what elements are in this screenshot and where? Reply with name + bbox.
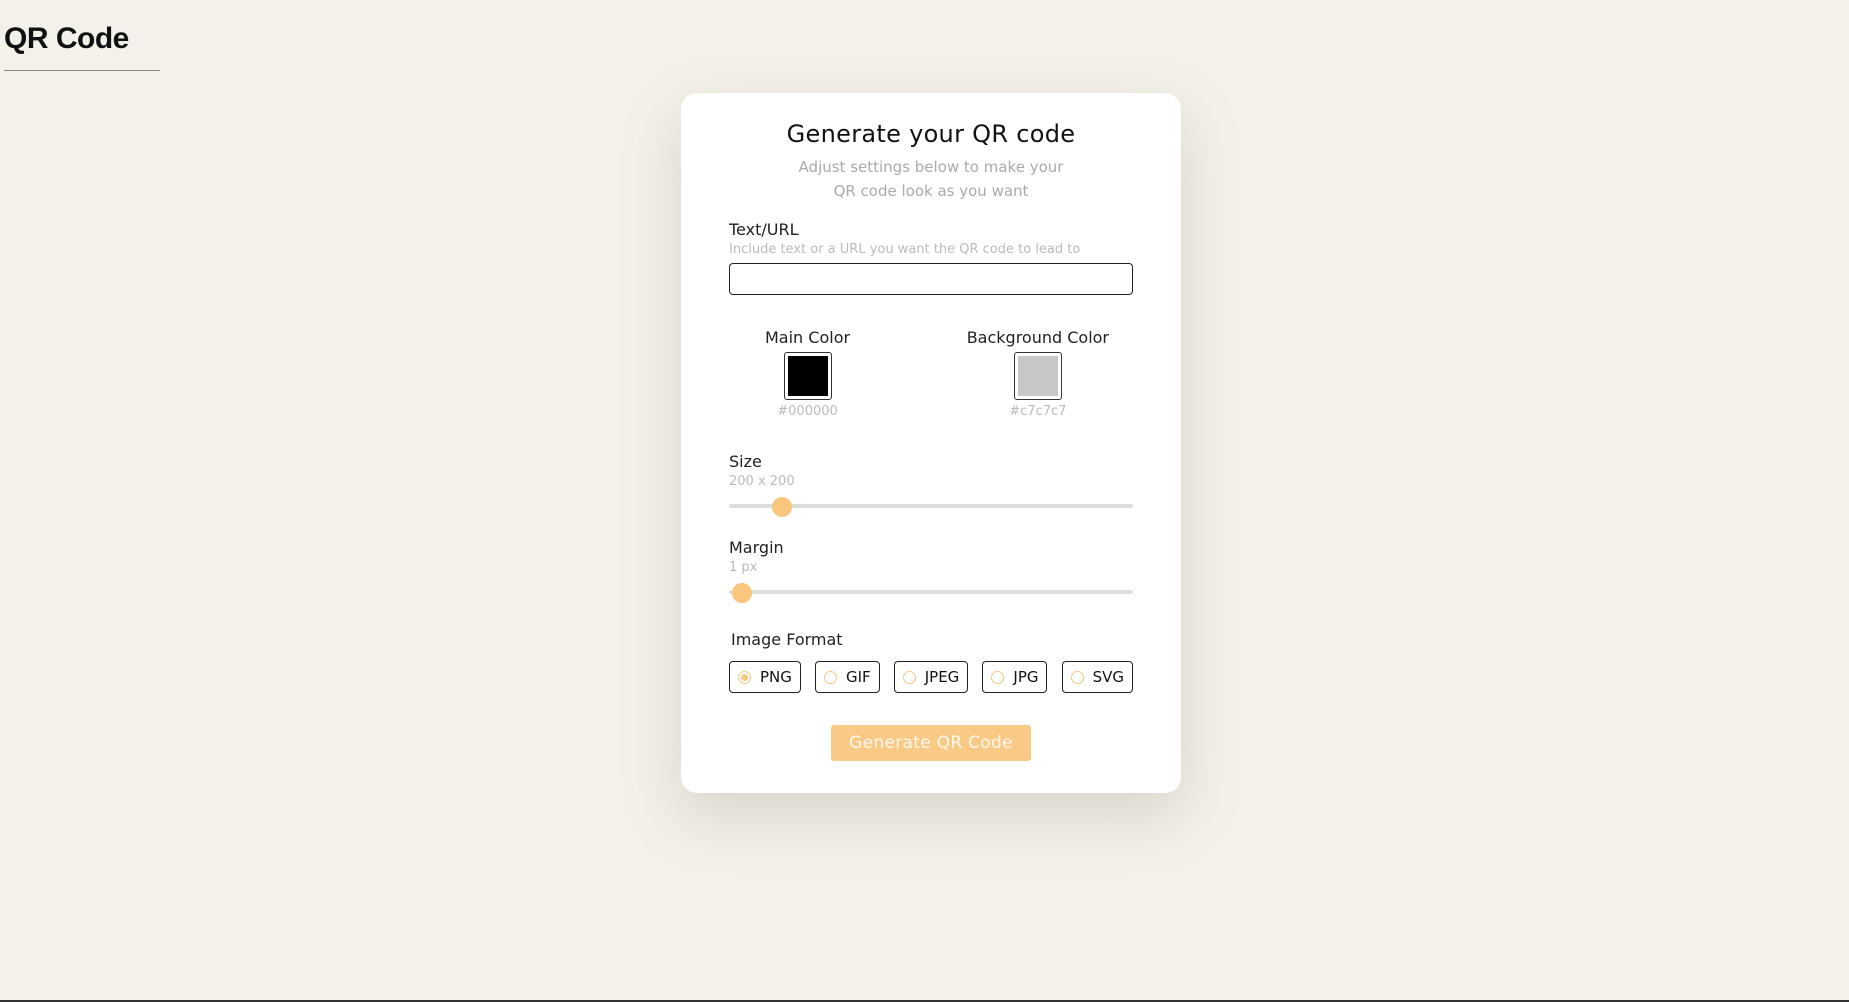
- background-color-label: Background Color: [966, 328, 1109, 347]
- format-option-jpeg[interactable]: JPEG: [893, 661, 969, 693]
- generate-qr-code-button[interactable]: Generate QR Code: [831, 725, 1031, 761]
- format-option-svg[interactable]: SVG: [1061, 661, 1133, 693]
- format-option-jpg[interactable]: JPG: [982, 661, 1048, 693]
- margin-slider-track[interactable]: [729, 590, 1133, 594]
- main-color-hex: #000000: [777, 404, 838, 419]
- format-option-label: JPEG: [924, 668, 960, 686]
- radio-icon[interactable]: [902, 670, 916, 684]
- text-url-label: Text/URL: [729, 220, 799, 239]
- main-color-swatch-button[interactable]: [783, 352, 832, 400]
- size-slider-thumb[interactable]: [771, 497, 792, 517]
- image-format-options: PNG GIF JPEG JPG SVG: [729, 661, 1133, 693]
- text-url-input[interactable]: [729, 263, 1133, 295]
- format-option-label: JPG: [1013, 668, 1039, 686]
- background-color-swatch-button[interactable]: [1013, 352, 1062, 400]
- radio-icon[interactable]: [823, 670, 837, 684]
- text-url-hint: Include text or a URL you want the QR co…: [729, 242, 1081, 257]
- size-value-label: 200 x 200: [729, 474, 795, 489]
- radio-selected-dot: [741, 673, 748, 681]
- size-section: Size 200 x 200: [729, 451, 1133, 517]
- format-option-label: SVG: [1092, 668, 1124, 686]
- format-option-label: GIF: [845, 668, 871, 686]
- background-color-picker: Background Color #c7c7c7: [967, 327, 1109, 421]
- image-format-section: Image Format PNG GIF JPEG JPG SVG: [729, 629, 1133, 693]
- qr-generator-card: Generate your QR code Adjust settings be…: [681, 93, 1181, 793]
- text-url-section: Text/URL Include text or a URL you want …: [729, 219, 1133, 295]
- margin-slider[interactable]: [729, 583, 1133, 603]
- image-format-label: Image Format: [731, 630, 843, 649]
- main-color-label: Main Color: [765, 328, 851, 347]
- format-option-label: PNG: [760, 668, 792, 686]
- page-title: QR Code: [4, 22, 129, 55]
- margin-label: Margin: [729, 538, 784, 557]
- colors-row: Main Color #000000 Background Color #c7c…: [729, 327, 1133, 421]
- size-slider[interactable]: [729, 497, 1133, 517]
- radio-icon[interactable]: [1070, 670, 1084, 684]
- radio-icon[interactable]: [991, 670, 1005, 684]
- page-header: QR Code: [4, 18, 160, 71]
- card-title: Generate your QR code: [786, 120, 1076, 148]
- radio-icon[interactable]: [738, 670, 751, 684]
- margin-slider-thumb[interactable]: [732, 583, 753, 603]
- format-option-gif[interactable]: GIF: [814, 661, 880, 693]
- background-color-swatch: [1017, 356, 1058, 396]
- main-color-swatch: [787, 356, 828, 396]
- size-label: Size: [729, 452, 762, 471]
- margin-section: Margin 1 px: [729, 537, 1133, 603]
- margin-value-label: 1 px: [729, 560, 758, 575]
- background-color-hex: #c7c7c7: [1009, 404, 1067, 419]
- card-subtitle: Adjust settings below to make your QR co…: [798, 158, 1064, 200]
- main-color-picker: Main Color #000000: [765, 327, 850, 421]
- format-option-png[interactable]: PNG: [729, 661, 801, 693]
